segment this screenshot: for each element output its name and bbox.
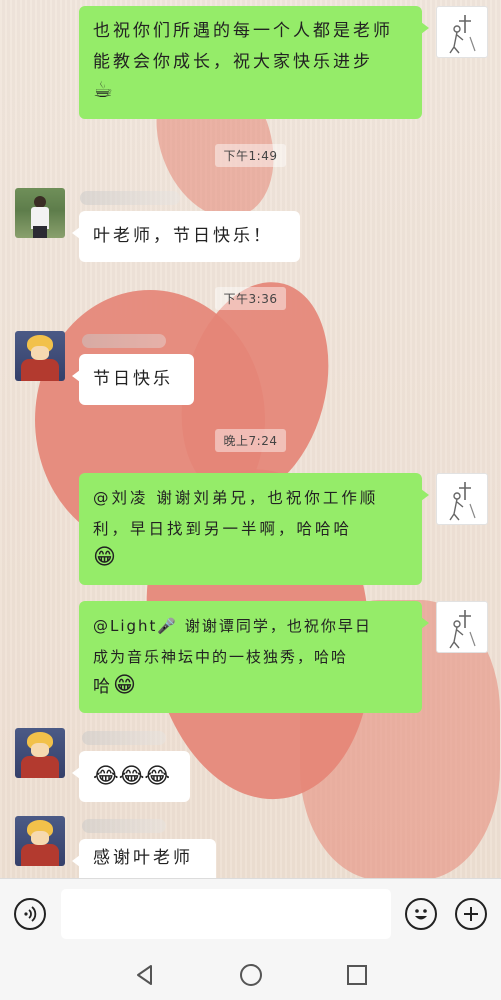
timestamp: 下午1:49 (214, 144, 287, 167)
message-input[interactable] (61, 889, 391, 939)
timestamp: 下午3:36 (214, 287, 287, 310)
message-bubble-incoming[interactable]: 叶老师，节日快乐！ (72, 211, 300, 262)
contact-avatar[interactable] (15, 331, 65, 381)
coffee-emoji: ☕ (93, 78, 113, 103)
message-text-line: 利，早日找到另一半啊，哈哈哈 (93, 520, 353, 538)
message-text-line: @刘凌 谢谢刘弟兄，也祝你工作顺 (93, 489, 379, 507)
system-navigation-bar (0, 950, 501, 1000)
message-bubble-incoming[interactable]: 感谢叶老师 (72, 839, 216, 878)
recents-nav-icon[interactable] (342, 960, 372, 990)
message-text-line: 能教会你成长，祝大家快乐进步 (93, 52, 373, 72)
voice-icon[interactable] (14, 898, 46, 930)
home-nav-icon[interactable] (236, 960, 266, 990)
emoji-icon[interactable] (405, 898, 437, 930)
my-avatar[interactable] (436, 601, 488, 653)
chat-area[interactable]: 也祝你们所遇的每一个人都是老师 能教会你成长，祝大家快乐进步 ☕ 下午1:49 … (0, 0, 501, 878)
sender-name-blurred (80, 191, 180, 205)
contact-avatar[interactable] (15, 188, 65, 238)
message-bubble-incoming[interactable]: 😂😂😂 (72, 751, 190, 802)
tears-of-joy-emoji: 😂😂😂 (93, 764, 171, 789)
message-bubble-outgoing[interactable]: 也祝你们所遇的每一个人都是老师 能教会你成长，祝大家快乐进步 ☕ (79, 6, 429, 119)
contact-avatar[interactable] (15, 816, 65, 866)
sender-name-blurred (82, 819, 166, 833)
my-avatar[interactable] (436, 6, 488, 58)
message-text-line: 也祝你们所遇的每一个人都是老师 (93, 21, 393, 41)
message-bubble-outgoing[interactable]: @Light🎤 谢谢谭同学，也祝你早日 成为音乐神坛中的一枝独秀，哈哈 哈😁 (79, 601, 429, 713)
sender-name-blurred (82, 731, 166, 745)
plus-icon[interactable] (455, 898, 487, 930)
back-nav-icon[interactable] (130, 960, 160, 990)
message-input-bar (0, 878, 501, 951)
message-text-line: @Light🎤 谢谢谭同学，也祝你早日 (93, 617, 372, 635)
contact-avatar[interactable] (15, 728, 65, 778)
message-text-line: 成为音乐神坛中的一枝独秀，哈哈 (93, 648, 349, 666)
message-bubble-outgoing[interactable]: @刘凌 谢谢刘弟兄，也祝你工作顺 利，早日找到另一半啊，哈哈哈 😁 (79, 473, 429, 585)
grin-emoji: 😁 (93, 545, 116, 570)
message-text: 叶老师，节日快乐！ (93, 226, 273, 246)
sender-name-blurred (82, 334, 166, 348)
my-avatar[interactable] (436, 473, 488, 525)
grin-emoji: 😁 (113, 673, 136, 698)
message-text: 节日快乐 (93, 369, 173, 389)
message-text: 感谢叶老师 (93, 848, 193, 868)
message-text-line: 哈 (93, 677, 113, 697)
timestamp: 晚上7:24 (214, 429, 287, 452)
message-bubble-incoming[interactable]: 节日快乐 (72, 354, 194, 405)
